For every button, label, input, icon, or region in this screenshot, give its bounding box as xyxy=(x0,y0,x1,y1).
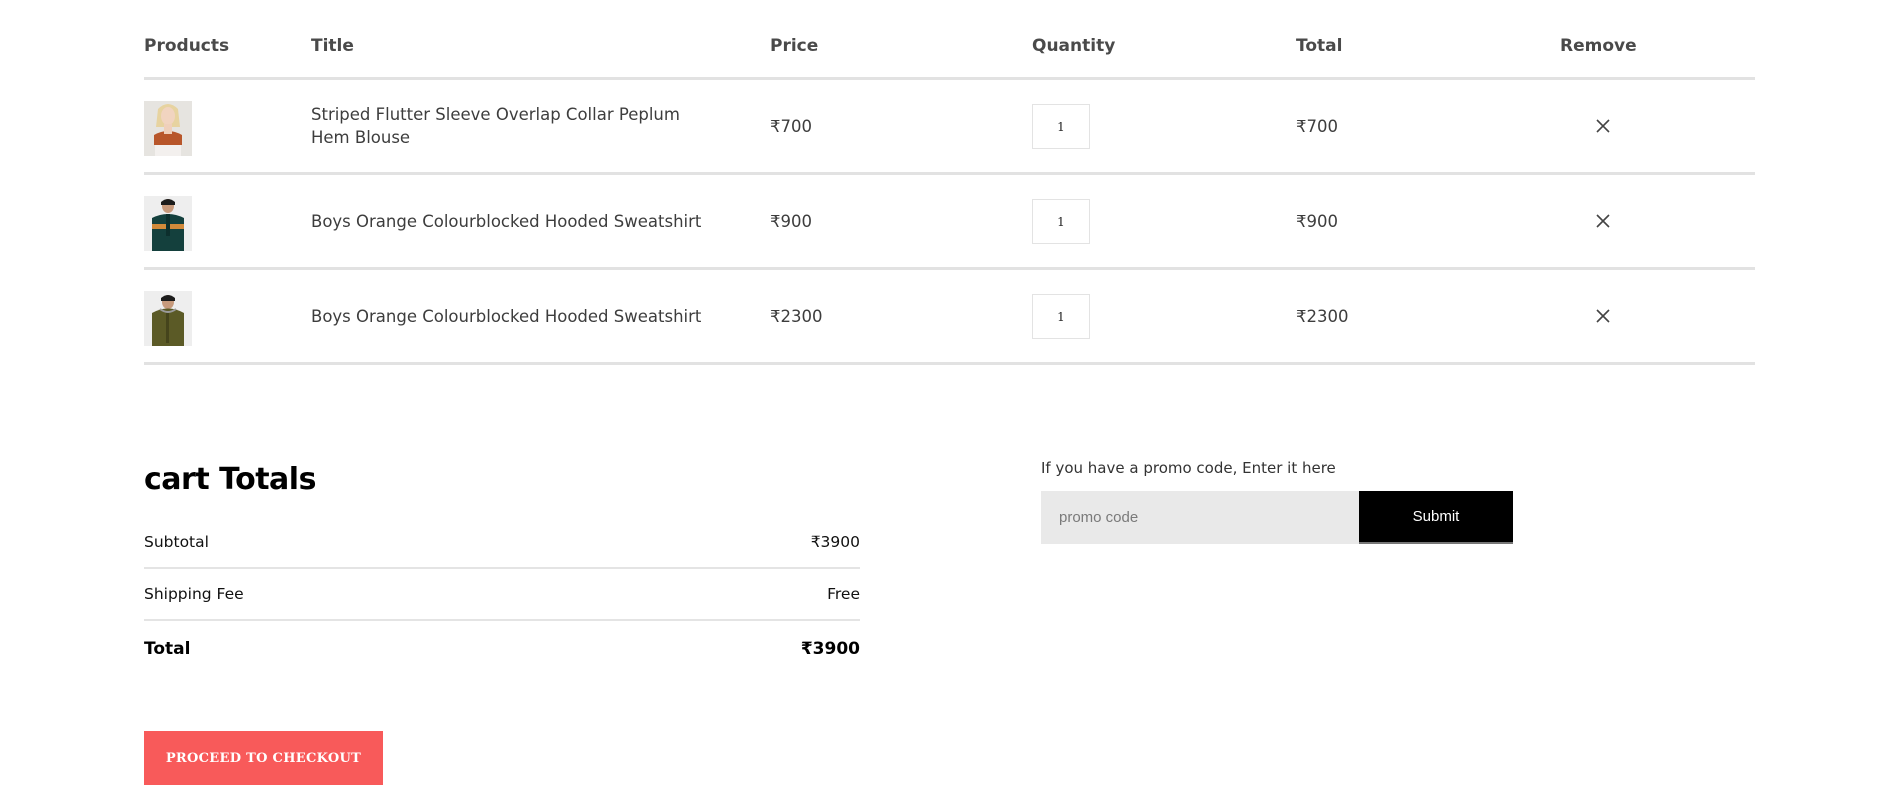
cart-totals-title: cart Totals xyxy=(144,462,316,497)
cart-totals: cart Totals Subtotal ₹3900 Shipping Fee … xyxy=(144,455,860,677)
cart-table: Products Title Price Quantity Total Remo… xyxy=(144,30,1755,365)
header-products: Products xyxy=(144,36,230,56)
close-icon[interactable] xyxy=(1594,117,1612,135)
header-price: Price xyxy=(770,36,819,56)
promo-form: Submit xyxy=(1041,491,1513,544)
subtotal-label: Subtotal xyxy=(144,533,209,551)
promo-submit-button[interactable]: Submit xyxy=(1359,491,1513,544)
product-woman-blouse-image[interactable] xyxy=(144,101,192,156)
header-total: Total xyxy=(1296,36,1343,56)
row-total: ₹2300 xyxy=(1296,306,1349,326)
row-total: ₹700 xyxy=(1296,116,1338,136)
table-row: Striped Flutter Sleeve Overlap Collar Pe… xyxy=(144,80,1755,175)
product-title[interactable]: Striped Flutter Sleeve Overlap Collar Pe… xyxy=(311,80,711,172)
promo-section: If you have a promo code, Enter it here … xyxy=(1041,455,1513,544)
table-header: Products Title Price Quantity Total Remo… xyxy=(144,30,1755,80)
product-boy-sweatshirt-image[interactable] xyxy=(144,196,192,251)
product-boy-jacket-image[interactable] xyxy=(144,291,192,346)
promo-code-input[interactable] xyxy=(1041,491,1359,544)
shipping-label: Shipping Fee xyxy=(144,585,244,603)
product-price: ₹900 xyxy=(770,211,812,231)
promo-label: If you have a promo code, Enter it here xyxy=(1041,459,1336,477)
product-price: ₹700 xyxy=(770,116,812,136)
shipping-value: Free xyxy=(827,585,860,603)
close-icon[interactable] xyxy=(1594,307,1612,325)
grand-total-row: Total ₹3900 xyxy=(144,621,860,677)
header-title: Title xyxy=(311,36,354,56)
proceed-to-checkout-button[interactable]: PROCEED TO CHECKOUT xyxy=(144,731,383,785)
quantity-input[interactable]: 1 xyxy=(1032,199,1090,244)
table-row: Boys Orange Colourblocked Hooded Sweatsh… xyxy=(144,270,1755,365)
quantity-input[interactable]: 1 xyxy=(1032,294,1090,339)
product-title[interactable]: Boys Orange Colourblocked Hooded Sweatsh… xyxy=(311,270,711,362)
product-title[interactable]: Boys Orange Colourblocked Hooded Sweatsh… xyxy=(311,175,711,267)
table-row: Boys Orange Colourblocked Hooded Sweatsh… xyxy=(144,175,1755,270)
product-price: ₹2300 xyxy=(770,306,823,326)
shipping-row: Shipping Fee Free xyxy=(144,569,860,621)
total-label: Total xyxy=(144,639,191,659)
header-remove: Remove xyxy=(1560,36,1637,56)
quantity-input[interactable]: 1 xyxy=(1032,104,1090,149)
row-total: ₹900 xyxy=(1296,211,1338,231)
close-icon[interactable] xyxy=(1594,212,1612,230)
total-value: ₹3900 xyxy=(800,639,860,659)
subtotal-row: Subtotal ₹3900 xyxy=(144,517,860,569)
header-quantity: Quantity xyxy=(1032,36,1116,56)
subtotal-value: ₹3900 xyxy=(810,533,860,551)
